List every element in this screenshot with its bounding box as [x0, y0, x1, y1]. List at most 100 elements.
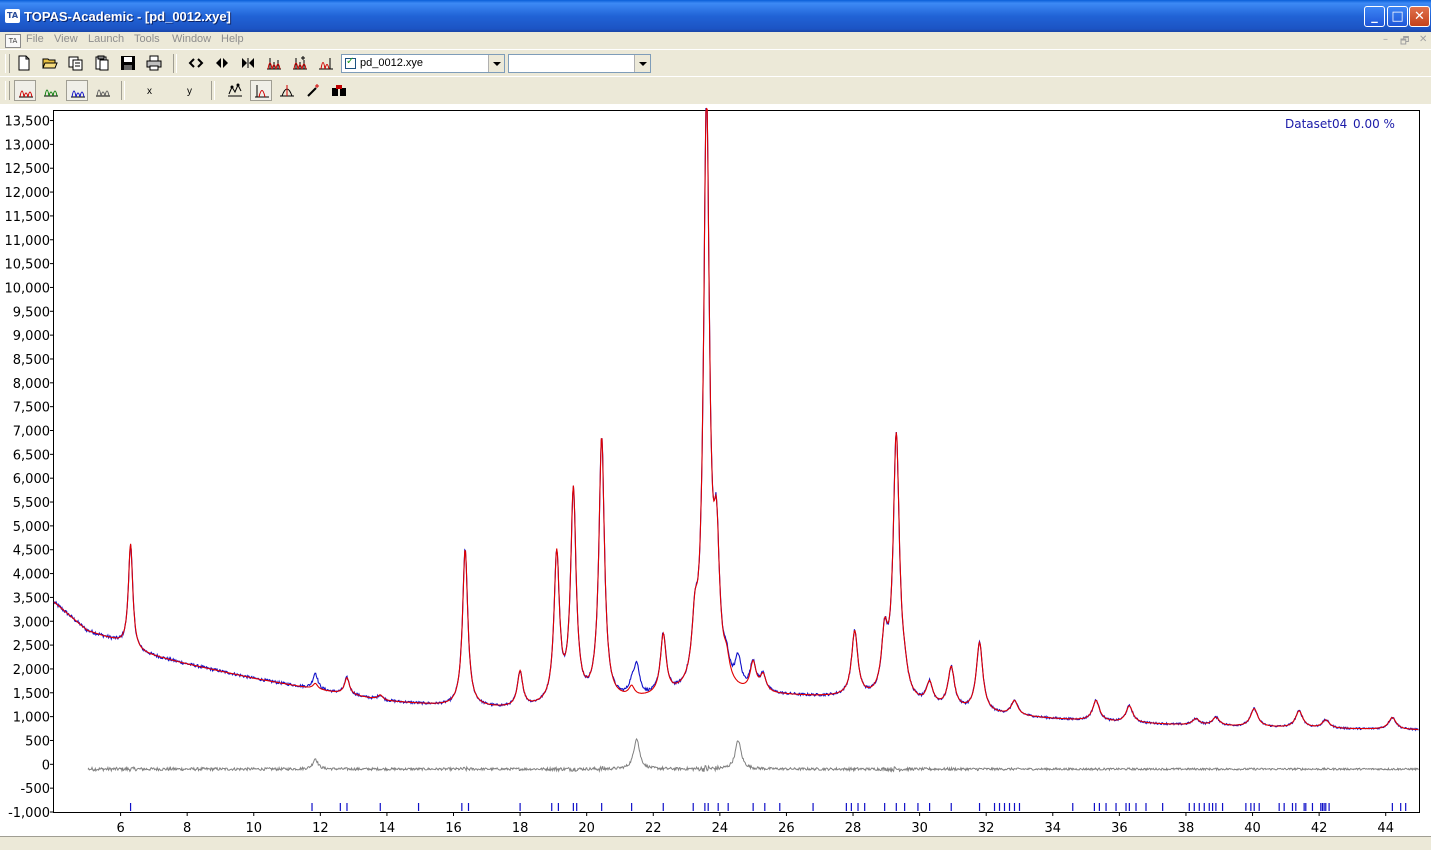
dataset-label[interactable]: Dataset04 [1285, 117, 1347, 131]
peaks-add-button[interactable] [289, 53, 311, 74]
chevron-down-icon[interactable] [634, 55, 650, 72]
y-tick-label: 500 [25, 734, 50, 749]
pattern-green-button[interactable] [40, 80, 62, 101]
x-coordinate-label: x [147, 86, 152, 97]
pattern-blue-button[interactable] [66, 80, 88, 101]
y-tick-label: 3,000 [13, 615, 50, 630]
x-tick-label: 8 [183, 821, 191, 836]
plot-toolbar: x y [0, 76, 1431, 104]
zoom-horizontal-out-icon [242, 58, 254, 68]
x-axis: 6 8 10 12 14 16 18 20 22 24 26 28 30 32 34 36 38 40 42 44 [116, 812, 1394, 836]
dataset-checkbox[interactable] [345, 56, 356, 69]
x-tick-label: 24 [712, 821, 729, 836]
y-tick-label: 5,500 [13, 496, 50, 511]
pattern-red-icon [19, 90, 33, 98]
open-folder-icon [42, 58, 58, 69]
open-button[interactable] [39, 53, 61, 74]
zoom-horizontal-out-button[interactable] [237, 53, 259, 74]
dataset-combo[interactable]: pd_0012.xye [341, 54, 505, 73]
maximize-button[interactable]: □ [1387, 6, 1408, 27]
x-tick-label: 28 [845, 821, 862, 836]
single-peak-button[interactable] [276, 80, 298, 101]
main-toolbar: pd_0012.xye [0, 49, 1431, 77]
minimize-icon: _ [1371, 9, 1378, 24]
title-bar[interactable]: TA TOPAS-Academic - [pd_0012.xye] _ □ ✕ [0, 0, 1431, 32]
magic-wand-button[interactable] [302, 80, 324, 101]
menu-bar: TA File View Launch Tools Window Help – … [0, 32, 1431, 49]
window-title: TOPAS-Academic - [pd_0012.xye] [24, 9, 231, 24]
menu-view[interactable]: View [54, 33, 78, 45]
zoom-horizontal-icon [188, 58, 204, 68]
toolbar-grip[interactable] [5, 54, 10, 73]
y-tick-label: 7,500 [13, 401, 50, 416]
menu-launch[interactable]: Launch [88, 33, 124, 45]
plot-window[interactable]: 13,500 13,000 12,500 12,000 11,500 11,000 10,5… [0, 104, 1431, 849]
peak-marker-icon [255, 85, 269, 98]
new-file-button[interactable] [13, 53, 35, 74]
x-tick-label: 20 [578, 821, 595, 836]
pattern-green-icon [44, 89, 58, 97]
zoom-horizontal-in-icon [216, 58, 228, 68]
zoom-horizontal-button[interactable] [185, 53, 207, 74]
save-button[interactable] [117, 53, 139, 74]
copy-button[interactable] [65, 53, 87, 74]
toolbar-separator [211, 81, 215, 100]
menu-window[interactable]: Window [172, 33, 211, 45]
y-tick-label: 5,000 [13, 520, 50, 535]
x-tick-label: 30 [911, 821, 928, 836]
x-tick-label: 40 [1244, 821, 1261, 836]
y-tick-label: 13,500 [5, 115, 51, 130]
y-tick-label: 6,500 [13, 448, 50, 463]
y-tick-label: 11,000 [5, 234, 51, 249]
menu-tools[interactable]: Tools [134, 33, 160, 45]
secondary-combo[interactable] [508, 54, 651, 73]
y-tick-label: 4,000 [13, 568, 50, 583]
pattern-red-button[interactable] [14, 80, 36, 101]
x-tick-label: 12 [312, 821, 329, 836]
app-icon[interactable]: TA [5, 9, 20, 23]
pattern-blue-icon [71, 90, 85, 98]
diffraction-chart[interactable]: 13,500 13,000 12,500 12,000 11,500 11,000 10,5… [0, 104, 1431, 836]
document-system-icon[interactable]: TA [5, 34, 21, 48]
y-axis: 13,500 13,000 12,500 12,000 11,500 11,000 10,5… [5, 115, 54, 821]
mdi-minimize-icon[interactable]: – [1383, 34, 1388, 45]
menu-help[interactable]: Help [221, 33, 244, 45]
toolbar-separator [173, 54, 177, 73]
binoculars-button[interactable] [328, 80, 350, 101]
peaks-icon [267, 58, 281, 70]
y-tick-label: -500 [20, 782, 50, 797]
y-tick-label: 12,000 [5, 186, 51, 201]
close-button[interactable]: ✕ [1409, 6, 1430, 27]
y-tick-label: 10,000 [5, 281, 51, 296]
print-button[interactable] [143, 53, 165, 74]
new-file-icon [18, 55, 30, 71]
peaks-select-icon [319, 58, 333, 70]
x-tick-label: 10 [245, 821, 262, 836]
zoom-horizontal-in-button[interactable] [211, 53, 233, 74]
copy-icon [68, 56, 83, 71]
curve-fit-button[interactable] [224, 80, 246, 101]
paste-button[interactable] [91, 53, 113, 74]
y-tick-label: 4,500 [13, 544, 50, 559]
y-tick-label: 3,500 [13, 591, 50, 606]
maximize-icon: □ [1391, 9, 1404, 24]
x-tick-label: 34 [1045, 821, 1062, 836]
y-tick-label: 1,500 [13, 687, 50, 702]
peaks-add-icon [293, 56, 307, 70]
x-tick-label: 14 [379, 821, 396, 836]
y-tick-label: 0 [42, 758, 50, 773]
chevron-down-icon[interactable] [488, 55, 504, 72]
peak-marker-button[interactable] [250, 80, 272, 101]
minimize-button[interactable]: _ [1364, 6, 1385, 27]
peaks-select-button[interactable] [315, 53, 337, 74]
toolbar-grip[interactable] [5, 81, 10, 100]
menu-file[interactable]: File [26, 33, 44, 45]
pattern-grey-button[interactable] [92, 80, 114, 101]
close-icon: ✕ [1414, 9, 1425, 24]
rwp-label: 0.00 % [1353, 117, 1395, 131]
x-tick-label: 18 [512, 821, 529, 836]
magic-wand-icon [307, 84, 319, 97]
mdi-close-icon[interactable]: ✕ [1419, 34, 1427, 45]
x-tick-label: 26 [778, 821, 795, 836]
peaks-button[interactable] [263, 53, 285, 74]
